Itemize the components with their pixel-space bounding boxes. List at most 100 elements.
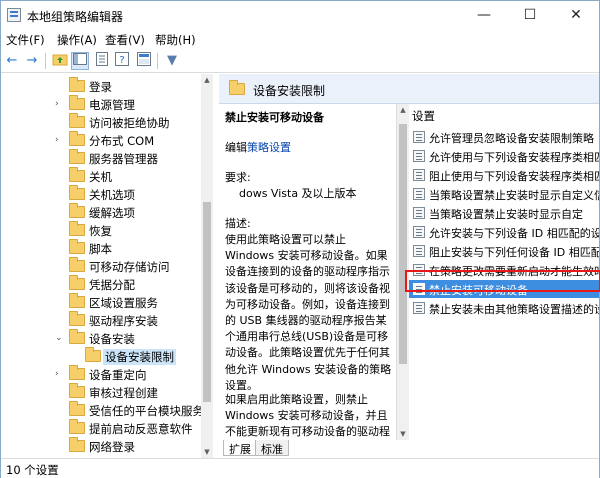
- scroll-up-icon[interactable]: ▲: [397, 104, 409, 116]
- description-label: 描述:: [225, 217, 251, 230]
- extended-description-pane: 禁止安装可移动设备 编辑策略设置 要求: dows Vista 及以上版本 描述…: [219, 104, 397, 440]
- toolbar: ← → ? ▼: [1, 49, 599, 73]
- edit-prefix: 编辑: [225, 141, 247, 154]
- tree-item-label: 电源管理: [89, 98, 135, 112]
- toolbar-divider: [157, 53, 158, 69]
- expand-chevron-icon[interactable]: ›: [55, 95, 65, 113]
- policy-setting-label: 禁止安装未由其他策略设置描述的设: [429, 303, 599, 316]
- tree-item-label: 服务器管理器: [89, 152, 158, 166]
- tab-standard[interactable]: 标准: [255, 440, 289, 456]
- tree-item-label: 缓解选项: [89, 206, 135, 220]
- menu-action[interactable]: 操作(A): [57, 32, 97, 48]
- maximize-button[interactable]: ☐: [507, 1, 553, 29]
- tree-item-label: 设备重定向: [89, 368, 147, 382]
- folder-icon: [69, 437, 85, 452]
- scroll-up-icon[interactable]: ▲: [201, 74, 213, 86]
- group-policy-app-icon: [7, 8, 21, 22]
- menu-help[interactable]: 帮助(H): [155, 32, 196, 48]
- minimize-button[interactable]: —: [461, 1, 507, 29]
- scroll-down-icon[interactable]: ▼: [397, 428, 409, 440]
- status-text: 10 个设置: [6, 463, 59, 477]
- policy-setting-row[interactable]: 允许使用与下列设备安装程序类相匹: [409, 147, 599, 165]
- tree-item-label: 区域设置服务: [89, 296, 158, 310]
- view-tabs: 扩展 标准: [219, 440, 599, 458]
- highlight-annotation-box: [405, 270, 600, 292]
- menu-bar: 文件(F) 操作(A) 查看(V) 帮助(H): [1, 29, 599, 49]
- tree-item-label: 关机选项: [89, 188, 135, 202]
- tree-scroll-thumb[interactable]: [203, 202, 211, 402]
- folder-icon: [69, 383, 85, 398]
- tree-item-label: 设备安装: [89, 332, 135, 346]
- policy-setting-row[interactable]: 允许安装与下列设备 ID 相匹配的设: [409, 223, 599, 241]
- policy-setting-row[interactable]: 阻止使用与下列设备安装程序类相匹: [409, 166, 599, 184]
- folder-icon: [69, 77, 85, 92]
- filter-icon[interactable]: ▼: [163, 52, 181, 70]
- tree-item-label: 可移动存储访问: [89, 260, 170, 274]
- folder-icon: [69, 185, 85, 200]
- folder-icon: [85, 347, 101, 362]
- description-scroll-thumb[interactable]: [399, 124, 407, 364]
- folder-icon: [69, 95, 85, 110]
- folder-icon: [69, 257, 85, 272]
- policy-setting-icon: [413, 188, 425, 200]
- expand-chevron-icon[interactable]: ›: [55, 365, 65, 383]
- toolbar-divider: [45, 53, 46, 69]
- menu-file[interactable]: 文件(F): [6, 32, 45, 48]
- tree-item-label: 恢复: [89, 224, 112, 238]
- detail-pane: 设备安装限制 禁止安装可移动设备 编辑策略设置 要求: dows Vista 及…: [219, 74, 600, 458]
- policy-setting-icon: [413, 207, 425, 219]
- policy-title: 禁止安装可移动设备: [225, 111, 324, 124]
- expand-chevron-icon[interactable]: ›: [55, 131, 65, 149]
- tree-item-label: 设备安装限制: [103, 349, 176, 365]
- tree-item-label: 关机: [89, 170, 112, 184]
- requirements-value: dows Vista 及以上版本: [239, 187, 357, 200]
- folder-icon: [69, 149, 85, 164]
- folder-icon: [69, 365, 85, 380]
- tree-item-label: 登录: [89, 80, 112, 94]
- back-arrow-icon[interactable]: ←: [3, 52, 21, 70]
- policy-setting-row[interactable]: 当策略设置禁止安装时显示自定义信: [409, 185, 599, 203]
- expand-chevron-icon[interactable]: ⌄: [55, 329, 65, 347]
- policy-setting-row[interactable]: 禁止安装未由其他策略设置描述的设: [409, 299, 599, 317]
- close-button[interactable]: ✕: [553, 1, 599, 29]
- folder-icon: [69, 401, 85, 416]
- policy-setting-row[interactable]: 当策略设置禁止安装时显示自定: [409, 204, 599, 222]
- tab-extended[interactable]: 扩展: [223, 440, 257, 456]
- help-icon[interactable]: ?: [113, 52, 131, 70]
- folder-icon: [69, 419, 85, 434]
- folder-icon: [69, 239, 85, 254]
- policy-setting-icon: [413, 169, 425, 181]
- console-tree-icon[interactable]: [135, 52, 153, 70]
- tree-scrollbar[interactable]: ▲ ▼: [201, 74, 213, 458]
- scroll-down-icon[interactable]: ▼: [201, 446, 213, 458]
- policy-setting-icon: [413, 150, 425, 162]
- tree-item-label: 访问被拒绝协助: [89, 116, 170, 130]
- policy-setting-icon: [413, 245, 425, 257]
- forward-arrow-icon[interactable]: →: [23, 52, 41, 70]
- folder-up-icon[interactable]: [51, 52, 69, 70]
- properties-icon[interactable]: [93, 52, 111, 70]
- settings-column-header[interactable]: 设置: [412, 108, 435, 124]
- status-bar: 10 个设置: [1, 458, 599, 478]
- policy-setting-icon: [413, 131, 425, 143]
- folder-icon: [69, 131, 85, 146]
- menu-view[interactable]: 查看(V): [105, 32, 145, 48]
- folder-icon: [69, 203, 85, 218]
- detail-header-title: 设备安装限制: [253, 84, 326, 98]
- policy-setting-label: 当策略设置禁止安装时显示自定义信: [429, 189, 599, 202]
- policy-setting-row[interactable]: 允许管理员忽略设备安装限制策略: [409, 128, 599, 146]
- edit-policy-line: 编辑策略设置: [225, 140, 291, 156]
- tree-item-label: 提前启动反恶意软件: [89, 422, 193, 436]
- policy-setting-row[interactable]: 阻止安装与下列任何设备 ID 相匹配的: [409, 242, 599, 260]
- show-hide-tree-icon[interactable]: [71, 52, 89, 70]
- edit-policy-link[interactable]: 策略设置: [247, 141, 291, 154]
- detail-header: 设备安装限制: [219, 74, 599, 104]
- description-text-2: 如果启用此策略设置，则禁止 Windows 安装可移动设备，并且不能更新现有可移…: [225, 393, 390, 439]
- folder-icon: [69, 221, 85, 236]
- tree-item-label: 脚本: [89, 242, 112, 256]
- title-bar: 本地组策略编辑器 — ☐ ✕: [1, 1, 599, 29]
- folder-icon: [69, 167, 85, 182]
- policy-setting-label: 当策略设置禁止安装时显示自定: [429, 208, 583, 221]
- policy-setting-label: 允许使用与下列设备安装程序类相匹: [429, 151, 599, 164]
- policy-setting-icon: [413, 226, 425, 238]
